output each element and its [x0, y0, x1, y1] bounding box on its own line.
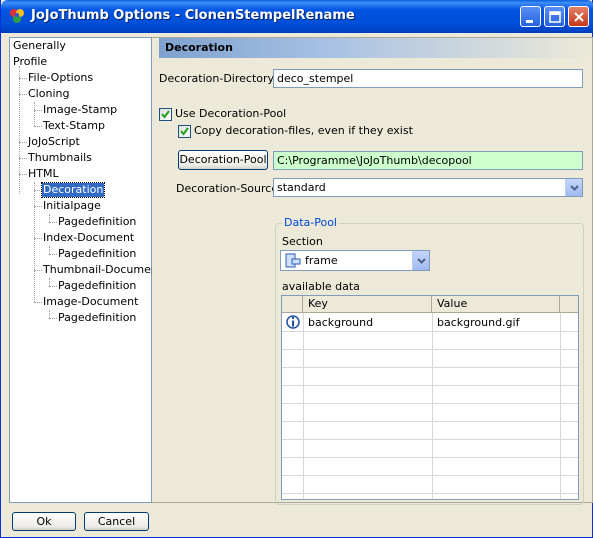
- grid-row-divider: [282, 457, 578, 458]
- dropdown-button[interactable]: [412, 251, 429, 270]
- section-value: frame: [305, 254, 338, 267]
- tree-item-pagedefinition[interactable]: Pagedefinition: [57, 247, 137, 261]
- tree-item-cloning[interactable]: Cloning: [27, 87, 70, 101]
- decoration-directory-label: Decoration-Directory: [159, 72, 275, 85]
- tree-connector: [49, 318, 57, 319]
- available-data-label: available data: [282, 280, 360, 293]
- tree-item-generally[interactable]: Generally: [12, 39, 67, 53]
- tree-item-jojoscript[interactable]: JoJoScript: [27, 135, 81, 149]
- tree-connector: [19, 174, 27, 175]
- window-title: JoJoThumb Options - ClonenStempelRename: [31, 8, 355, 23]
- tree-connector: [49, 214, 50, 222]
- grid-row-divider: [282, 421, 578, 422]
- minimize-icon: [526, 20, 533, 23]
- tree-connector: [34, 270, 42, 271]
- tree-connector: [19, 78, 27, 79]
- decoration-pool-path[interactable]: C:\Programme\JoJoThumb\decopool: [273, 151, 583, 170]
- options-tree[interactable]: Generally Profile File-Options Cloning I…: [9, 37, 162, 503]
- grid-header-value[interactable]: Value: [432, 296, 560, 313]
- chevron-down-icon: [570, 185, 579, 191]
- grid-row-divider: [282, 367, 578, 368]
- tree-connector: [19, 94, 27, 95]
- grid-header-key[interactable]: Key: [303, 296, 432, 313]
- app-icon: [10, 9, 24, 23]
- data-pool-title: Data-Pool: [282, 216, 339, 229]
- close-button[interactable]: [568, 6, 589, 27]
- use-decoration-pool-checkbox[interactable]: [159, 108, 172, 121]
- tree-connector: [34, 110, 42, 111]
- chevron-down-icon: [417, 258, 426, 264]
- grid-column-divider: [560, 313, 561, 499]
- tree-connector: [49, 278, 50, 286]
- maximize-icon: [549, 11, 561, 23]
- grid-cell-value[interactable]: background.gif: [432, 314, 519, 331]
- grid-header: Key Value: [282, 296, 578, 313]
- tree-connector: [34, 206, 42, 207]
- tree-connector: [34, 238, 42, 239]
- decoration-pool-button[interactable]: Decoration-Pool: [178, 150, 268, 170]
- tree-item-profile[interactable]: Profile: [12, 55, 48, 69]
- tree-connector: [49, 254, 57, 255]
- tree-item-file-options[interactable]: File-Options: [27, 71, 94, 85]
- tree-item-pagedefinition[interactable]: Pagedefinition: [57, 311, 137, 325]
- grid-column-divider: [303, 313, 304, 499]
- grid-row-divider: [282, 403, 578, 404]
- title-bar[interactable]: JoJoThumb Options - ClonenStempelRename: [1, 0, 593, 33]
- tree-connector: [34, 302, 42, 303]
- tree-item-pagedefinition[interactable]: Pagedefinition: [57, 215, 137, 229]
- ok-button[interactable]: Ok: [12, 512, 76, 531]
- grid-header-indicator: [282, 296, 303, 313]
- tree-connector: [34, 102, 35, 126]
- copy-files-checkbox[interactable]: [178, 125, 191, 138]
- grid-row-divider: [282, 493, 578, 494]
- decoration-source-value: standard: [277, 181, 326, 194]
- grid-cell-key[interactable]: background: [303, 314, 373, 331]
- checkmark-icon: [180, 127, 189, 136]
- tree-item-index-document[interactable]: Index-Document: [42, 231, 135, 245]
- use-decoration-pool-label[interactable]: Use Decoration-Pool: [175, 107, 286, 120]
- decoration-source-label: Decoration-Source: [176, 182, 279, 195]
- decoration-source-select[interactable]: standard: [273, 178, 583, 197]
- grid-row-divider: [282, 331, 578, 332]
- grid-row-divider: [282, 439, 578, 440]
- available-data-grid[interactable]: Key Value background background.gif: [281, 295, 579, 500]
- tree-connector: [34, 190, 42, 191]
- tree-item-thumbnails[interactable]: Thumbnails: [27, 151, 93, 165]
- tree-item-thumbnail-document[interactable]: Thumbnail-Document: [42, 263, 163, 277]
- tree-connector: [34, 126, 42, 127]
- maximize-button[interactable]: [544, 6, 565, 27]
- section-header: Decoration: [159, 38, 591, 58]
- frame-icon: [285, 253, 301, 268]
- tree-connector: [19, 142, 27, 143]
- info-icon: [286, 315, 300, 329]
- tree-item-html[interactable]: HTML: [27, 167, 60, 181]
- tree-item-text-stamp[interactable]: Text-Stamp: [42, 119, 106, 133]
- grid-row-divider: [282, 385, 578, 386]
- dropdown-button[interactable]: [565, 179, 582, 196]
- cancel-button[interactable]: Cancel: [84, 512, 149, 531]
- section-label: Section: [282, 235, 323, 248]
- tree-connector: [49, 286, 57, 287]
- tree-connector: [19, 158, 27, 159]
- copy-files-label[interactable]: Copy decoration-files, even if they exis…: [194, 124, 413, 137]
- tree-connector: [49, 246, 50, 254]
- tree-connector: [49, 222, 57, 223]
- close-icon: [574, 12, 584, 22]
- tree-connector: [49, 310, 50, 318]
- tree-connector: [34, 182, 35, 302]
- tree-item-image-document[interactable]: Image-Document: [42, 295, 139, 309]
- grid-row-divider: [282, 475, 578, 476]
- decoration-directory-input[interactable]: deco_stempel: [273, 69, 583, 88]
- section-select[interactable]: frame: [280, 250, 430, 271]
- grid-column-divider: [432, 313, 433, 499]
- tree-item-decoration[interactable]: Decoration: [40, 182, 106, 198]
- tree-item-initialpage[interactable]: Initialpage: [42, 199, 102, 213]
- tree-item-pagedefinition[interactable]: Pagedefinition: [57, 279, 137, 293]
- tree-item-image-stamp[interactable]: Image-Stamp: [42, 103, 118, 117]
- grid-row-divider: [282, 349, 578, 350]
- checkmark-icon: [161, 110, 170, 119]
- minimize-button[interactable]: [520, 6, 541, 27]
- options-window: JoJoThumb Options - ClonenStempelRename: [0, 0, 593, 538]
